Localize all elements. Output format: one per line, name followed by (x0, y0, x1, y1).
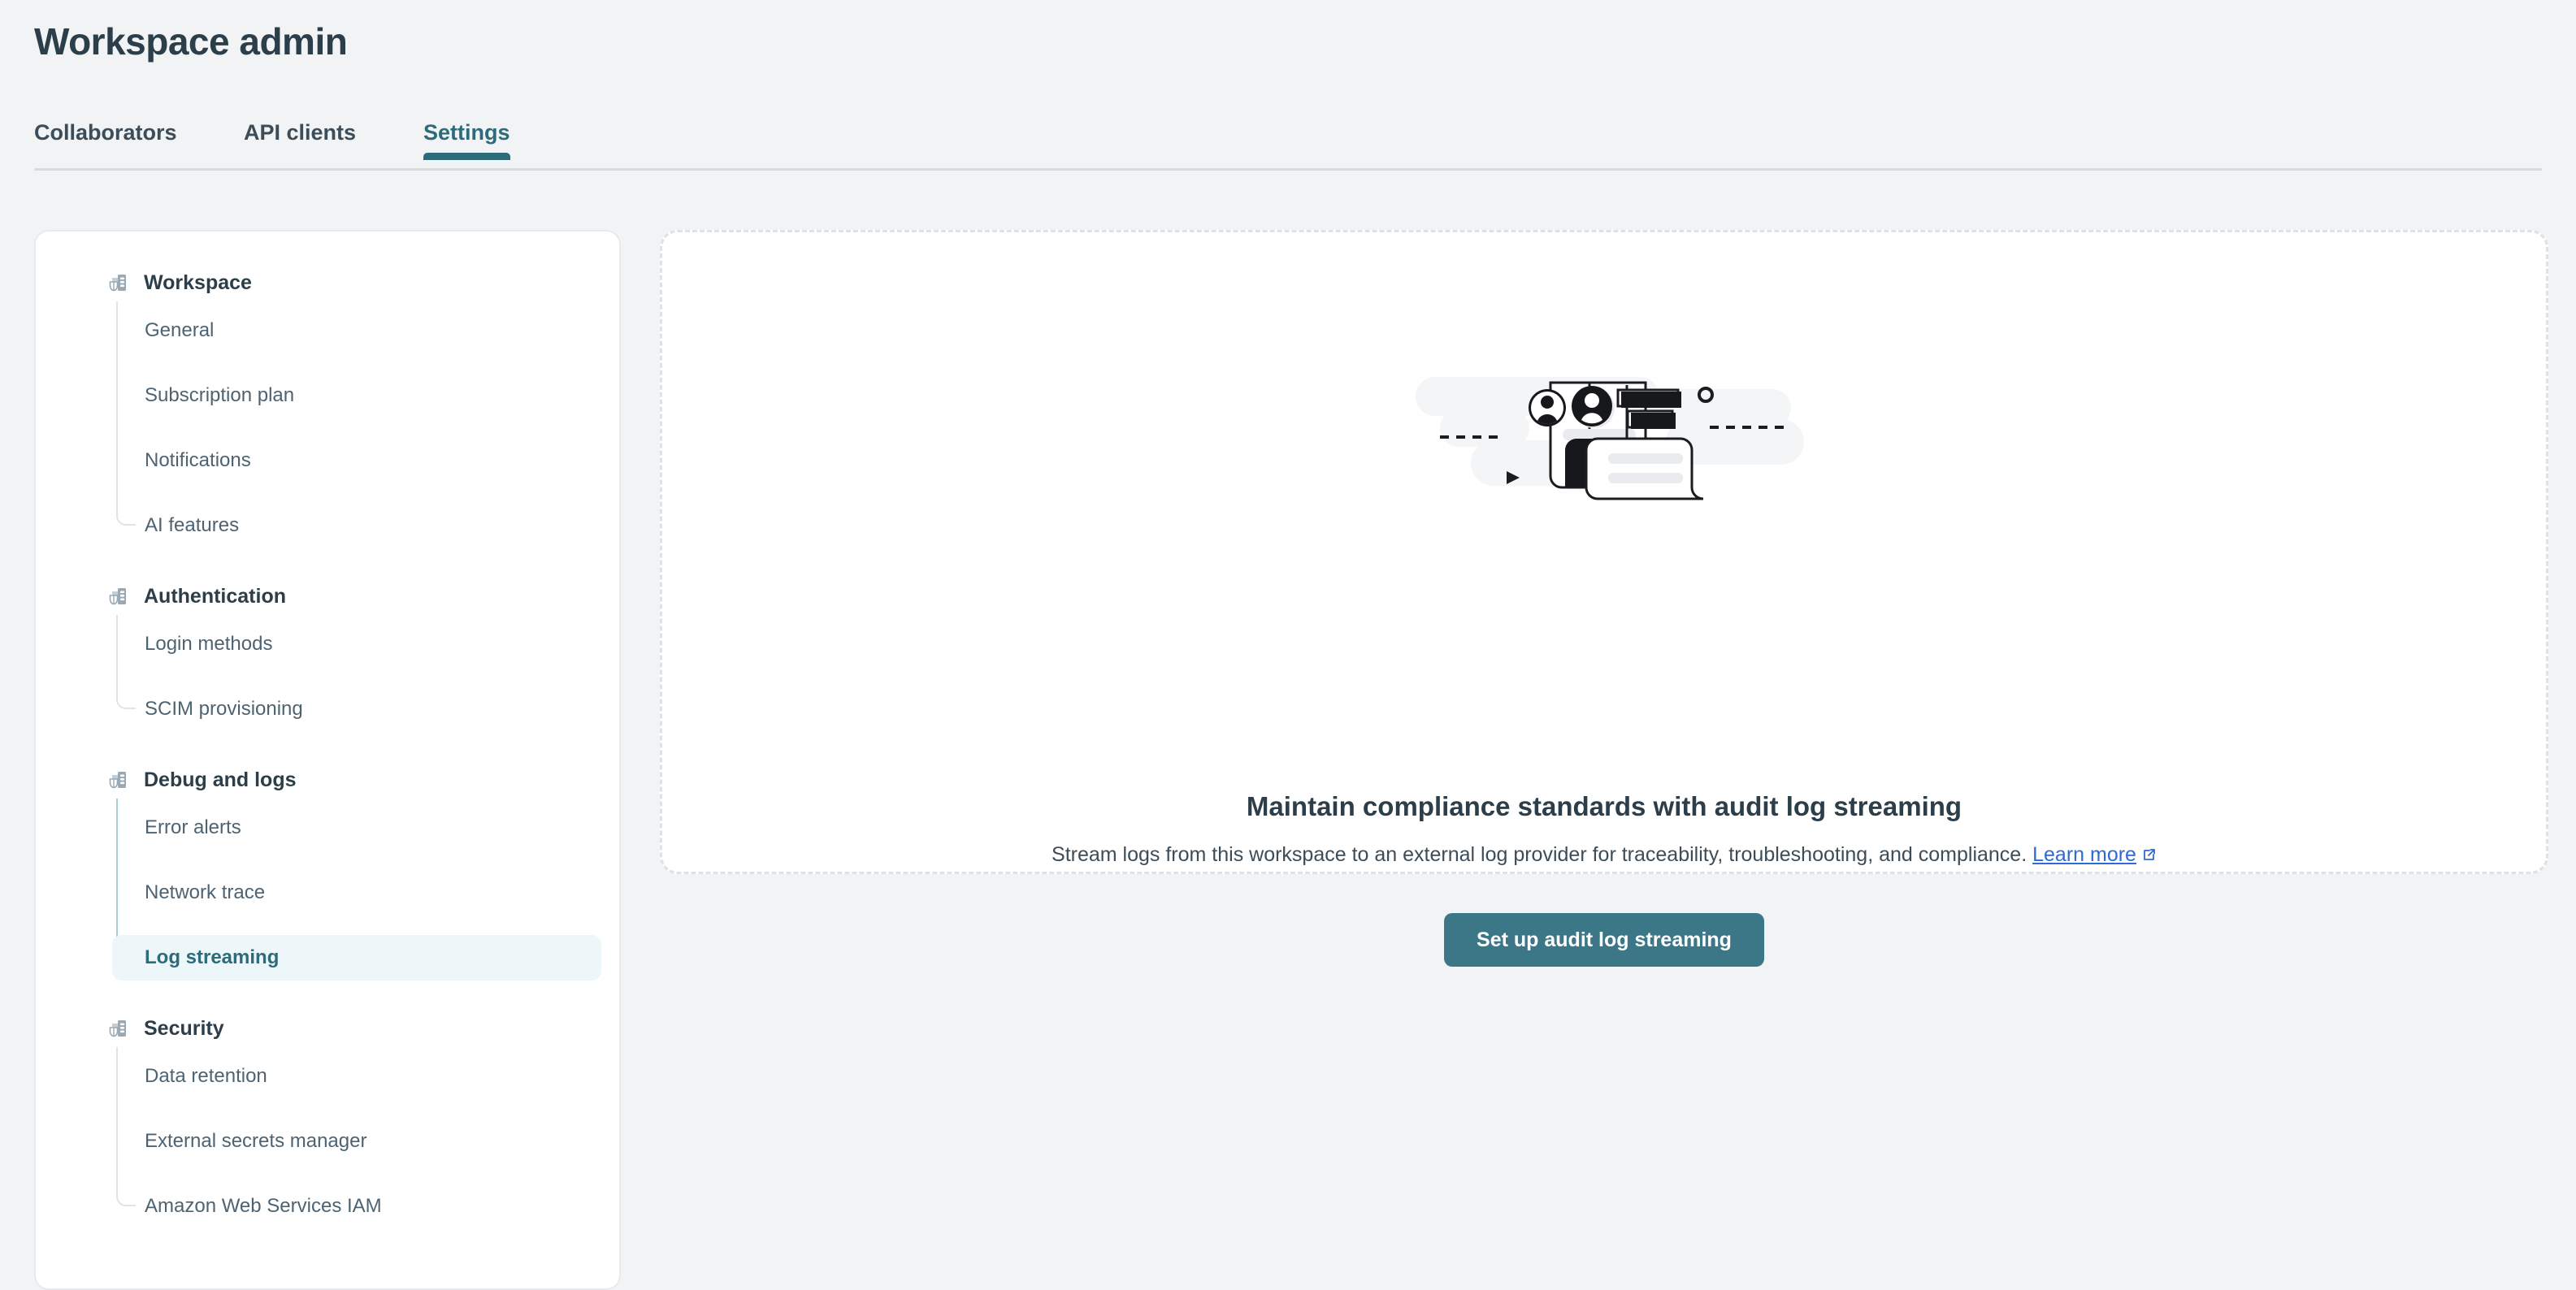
sidebar-group-header-security: Security (36, 1010, 619, 1047)
sidebar-item-log-streaming[interactable]: Log streaming (112, 935, 601, 980)
sidebar-group-header-authentication: Authentication (36, 578, 619, 615)
sidebar-item-notifications[interactable]: Notifications (112, 438, 601, 483)
external-link-icon (2141, 845, 2157, 868)
tab-api-clients[interactable]: API clients (244, 120, 356, 160)
workspace-shield-icon (107, 769, 128, 790)
set-up-audit-log-streaming-button[interactable]: Set up audit log streaming (1444, 913, 1764, 967)
sidebar-item-login-methods[interactable]: Login methods (112, 621, 601, 667)
workspace-shield-icon (107, 586, 128, 607)
sidebar-group-header-debug-and-logs: Debug and logs (36, 761, 619, 799)
sidebar-group-header-workspace: Workspace (36, 264, 619, 301)
sidebar-item-error-alerts[interactable]: Error alerts (112, 805, 601, 851)
sidebar-item-general[interactable]: General (112, 308, 601, 353)
sidebar-item-external-secrets-manager[interactable]: External secrets manager (112, 1119, 601, 1164)
sidebar-group-items: Login methods SCIM provisioning (36, 615, 619, 732)
sidebar-item-amazon-web-services-iam[interactable]: Amazon Web Services IAM (112, 1184, 601, 1229)
empty-state-card: Maintain compliance standards with audit… (660, 230, 2548, 967)
sidebar-group-label: Authentication (144, 584, 286, 608)
sidebar-group-items: Data retention External secrets manager Am… (36, 1047, 619, 1229)
sidebar-item-data-retention[interactable]: Data retention (112, 1054, 601, 1099)
workspace-shield-icon (107, 1018, 128, 1039)
sidebar-group: Security Data retention External secrets m… (36, 1010, 619, 1229)
sidebar-item-scim-provisioning[interactable]: SCIM provisioning (112, 686, 601, 732)
settings-sidebar: Workspace General Subscription plan Notific… (34, 230, 621, 1290)
sidebar-item-subscription-plan[interactable]: Subscription plan (112, 373, 601, 418)
workspace-shield-icon (107, 272, 128, 293)
tab-bar: Collaborators API clients Settings (0, 120, 2576, 171)
sidebar-group-label: Security (144, 1016, 224, 1040)
sidebar-group: Workspace General Subscription plan Notific… (36, 264, 619, 548)
tab-bar-divider (34, 168, 2542, 171)
workspace-admin-page: Workspace admin Collaborators API client… (0, 0, 2576, 1290)
sidebar-group-label: Workspace (144, 271, 252, 294)
learn-more-link[interactable]: Learn more (2032, 843, 2136, 866)
sidebar-group: Debug and logs Error alerts Network trace L… (36, 761, 619, 980)
sidebar-item-network-trace[interactable]: Network trace (112, 870, 601, 916)
sidebar-group-items: Error alerts Network trace Log streaming (36, 799, 619, 980)
sidebar-item-ai-features[interactable]: AI features (112, 503, 601, 548)
page-title: Workspace admin (34, 20, 348, 63)
sidebar-group-items: General Subscription plan Notifications AI … (36, 301, 619, 548)
sidebar-group-label: Debug and logs (144, 768, 297, 791)
sidebar-group: Authentication Login methods SCIM provisio… (36, 578, 619, 732)
tab-settings[interactable]: Settings (423, 120, 510, 160)
empty-state-description: Stream logs from this workspace to an ex… (1052, 843, 2027, 866)
empty-state-headline: Maintain compliance standards with audit… (1246, 791, 1962, 821)
audit-log-streaming-illustration (1393, 354, 1815, 500)
tab-collaborators[interactable]: Collaborators (34, 120, 177, 160)
empty-state-subtext: Stream logs from this workspace to an ex… (662, 843, 2546, 868)
